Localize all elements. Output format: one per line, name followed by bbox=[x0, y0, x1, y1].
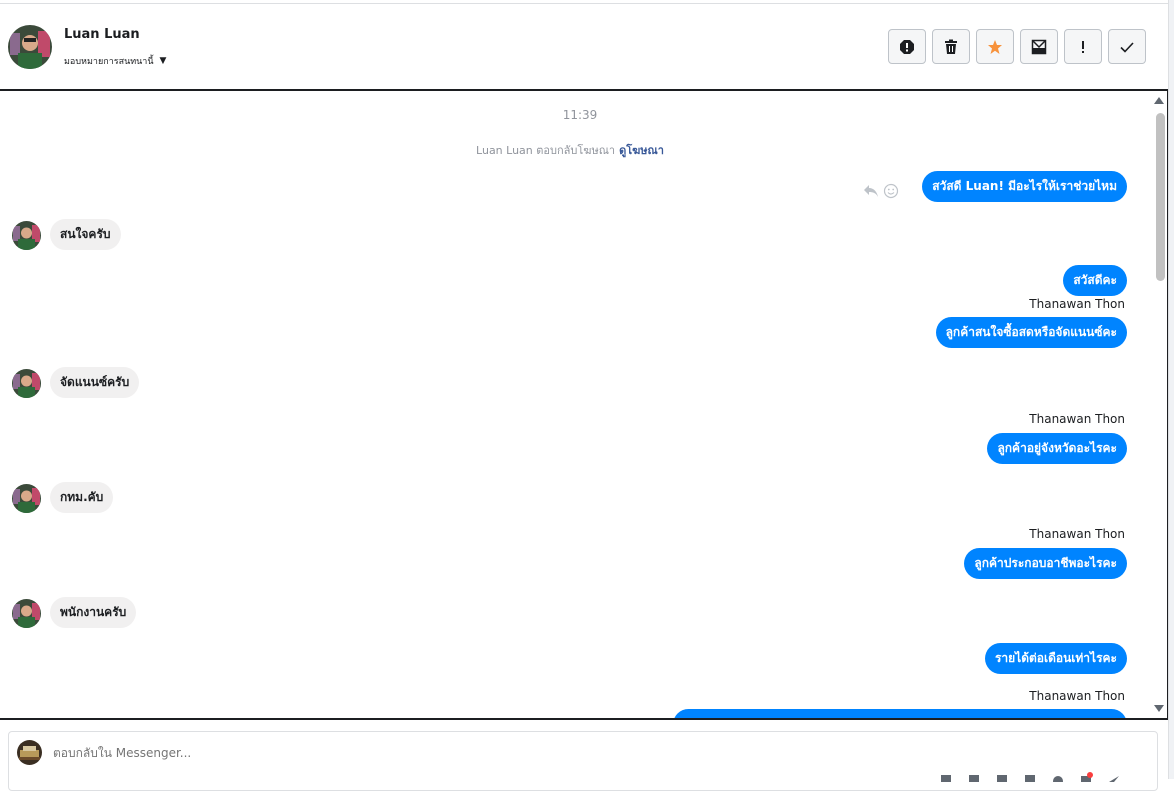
message-actions bbox=[863, 183, 899, 199]
reply-icon[interactable] bbox=[863, 184, 879, 198]
outgoing-message[interactable] bbox=[673, 709, 1127, 718]
scroll-up-icon[interactable] bbox=[1154, 97, 1164, 104]
message-thread[interactable]: 11:39 Luan Luan ตอบกลับโฆษณา ดูโฆษณา สวัส… bbox=[0, 89, 1168, 720]
important-button[interactable] bbox=[1064, 29, 1102, 64]
emoji-icon[interactable] bbox=[1051, 772, 1065, 782]
trash-icon bbox=[945, 39, 957, 54]
composer-toolbar bbox=[939, 772, 1121, 782]
sender-name: Thanawan Thon bbox=[1029, 527, 1125, 541]
assign-dropdown[interactable]: มอบหมายการสนทนานี้ ▼ bbox=[64, 54, 166, 68]
alert-icon bbox=[900, 39, 914, 54]
mark-unread-button[interactable] bbox=[1020, 29, 1058, 64]
emoji-icon[interactable] bbox=[883, 183, 899, 199]
window-edge bbox=[1168, 0, 1174, 779]
scrollbar[interactable] bbox=[1153, 91, 1167, 718]
incoming-message[interactable]: พนักงานครับ bbox=[50, 597, 137, 628]
notification-icon[interactable] bbox=[1079, 772, 1093, 782]
incoming-message[interactable]: กทม.คับ bbox=[50, 482, 114, 513]
star-icon bbox=[988, 39, 1002, 54]
top-strip bbox=[0, 0, 1168, 4]
outgoing-message[interactable]: รายได้ต่อเดือนเท่าไรคะ bbox=[984, 643, 1127, 674]
view-ad-link[interactable]: ดูโฆษณา bbox=[619, 144, 664, 157]
sender-name: Thanawan Thon bbox=[1029, 689, 1125, 703]
exclamation-icon bbox=[1082, 40, 1084, 53]
outgoing-message[interactable]: ลูกค้าอยู่จังหวัดอะไรคะ bbox=[987, 433, 1127, 464]
contact-name[interactable]: Luan Luan bbox=[64, 27, 140, 42]
mark-done-button[interactable] bbox=[1108, 29, 1146, 64]
avatar bbox=[12, 221, 41, 250]
reply-composer bbox=[8, 731, 1158, 791]
assign-label: มอบหมายการสนทนานี้ bbox=[64, 57, 154, 67]
mark-unread-icon bbox=[1031, 39, 1047, 54]
gif-icon[interactable] bbox=[995, 772, 1009, 782]
avatar bbox=[12, 484, 41, 513]
sender-name: Thanawan Thon bbox=[1029, 412, 1125, 426]
delete-button[interactable] bbox=[932, 29, 970, 64]
outgoing-message[interactable]: ลูกค้าสนใจซื้อสดหรือจัดแนนซ์คะ bbox=[935, 317, 1127, 348]
avatar bbox=[12, 369, 41, 398]
sender-name: Thanawan Thon bbox=[1029, 297, 1125, 311]
attach-icon[interactable] bbox=[939, 772, 953, 782]
send-icon[interactable] bbox=[1107, 772, 1121, 782]
star-button[interactable] bbox=[976, 29, 1014, 64]
incoming-message[interactable]: จัดแนนซ์ครับ bbox=[50, 367, 140, 398]
avatar[interactable] bbox=[8, 25, 52, 69]
message-timestamp: 11:39 bbox=[562, 108, 598, 122]
outgoing-message[interactable]: สวัสดี Luan! มีอะไรให้เราช่วยไหม bbox=[922, 171, 1127, 202]
spam-button[interactable] bbox=[888, 29, 926, 64]
incoming-message[interactable]: สนใจครับ bbox=[50, 219, 121, 250]
ad-reply-notice: Luan Luan ตอบกลับโฆษณา ดูโฆษณา bbox=[0, 141, 1140, 159]
caret-down-icon: ▼ bbox=[159, 56, 167, 66]
check-icon bbox=[1120, 41, 1134, 53]
outgoing-message[interactable]: สวัสดีคะ bbox=[1063, 265, 1127, 296]
image-icon[interactable] bbox=[967, 772, 981, 782]
outgoing-message[interactable]: ลูกค้าประกอบอาชีพอะไรคะ bbox=[964, 548, 1127, 579]
sticker-icon[interactable] bbox=[1023, 772, 1037, 782]
conversation-header: Luan Luan มอบหมายการสนทนานี้ ▼ bbox=[0, 5, 1168, 89]
reply-input[interactable] bbox=[53, 746, 653, 760]
avatar bbox=[12, 599, 41, 628]
action-toolbar bbox=[888, 29, 1146, 64]
ad-reply-text: Luan Luan ตอบกลับโฆษณา bbox=[476, 144, 616, 157]
scrollbar-thumb[interactable] bbox=[1156, 113, 1165, 281]
scroll-down-icon[interactable] bbox=[1154, 705, 1164, 712]
page-avatar bbox=[17, 740, 42, 765]
